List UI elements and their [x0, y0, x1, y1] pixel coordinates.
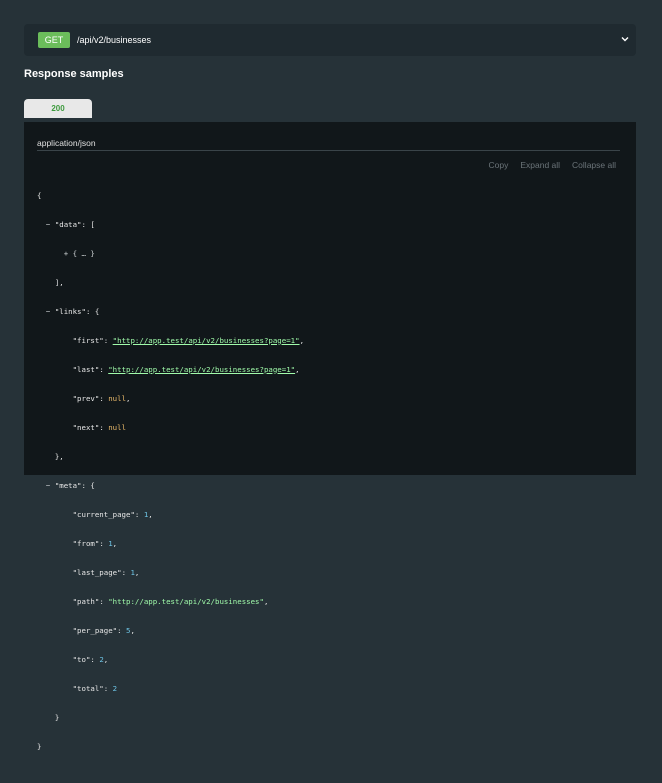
json-line: "last": "http://app.test/api/v2/business… [72, 364, 300, 374]
collapse-toggle[interactable]: − [46, 481, 50, 490]
json-value: 2 [112, 683, 118, 693]
json-line: "from": 1, [72, 538, 118, 548]
json-line: − "meta": { [45, 480, 95, 490]
json-line: − "links": { [45, 306, 100, 316]
chevron-down-icon[interactable] [620, 34, 630, 44]
json-line: "first": "http://app.test/api/v2/busines… [72, 335, 305, 345]
content-type-label: application/json [37, 138, 96, 148]
code-toolbar: Copy Expand all Collapse all [489, 160, 617, 170]
link-last[interactable]: "http://app.test/api/v2/businesses?page=… [108, 365, 295, 374]
json-sample: { − "data": [ + { … } ], − "links": { "f… [37, 174, 304, 783]
json-line: "current_page": 1, [72, 509, 153, 519]
json-line: "prev": null, [72, 393, 131, 403]
copy-button[interactable]: Copy [489, 160, 509, 170]
collapse-toggle[interactable]: − [46, 220, 50, 229]
json-line: "total": 2 [72, 683, 118, 693]
section-title: Response samples [24, 68, 124, 80]
json-line: "next": null [72, 422, 127, 432]
divider [37, 150, 620, 151]
json-value: null [108, 422, 127, 432]
json-value: null [108, 393, 127, 403]
http-method-badge: GET [38, 32, 70, 48]
collapse-toggle[interactable]: − [46, 307, 50, 316]
collapse-all-button[interactable]: Collapse all [572, 160, 616, 170]
json-line: "to": 2, [72, 654, 109, 664]
expand-all-button[interactable]: Expand all [520, 160, 560, 170]
endpoint-header[interactable]: GET /api/v2/businesses [24, 24, 636, 56]
json-line: } [54, 712, 60, 722]
json-line: + { … } [37, 247, 304, 262]
json-line: ], [54, 277, 64, 287]
json-line: − "data": [ [45, 219, 95, 229]
tab-200[interactable]: 200 [24, 99, 92, 118]
endpoint-path: /api/v2/businesses [77, 35, 152, 45]
link-first[interactable]: "http://app.test/api/v2/businesses?page=… [113, 336, 300, 345]
json-line: "last_page": 1, [72, 567, 140, 577]
response-sample-panel: application/json Copy Expand all Collaps… [24, 122, 636, 751]
expand-toggle[interactable]: + { … } [64, 249, 95, 258]
json-value: "http://app.test/api/v2/businesses" [108, 596, 264, 606]
json-line: }, [54, 451, 64, 461]
json-line: "path": "http://app.test/api/v2/business… [72, 596, 269, 606]
json-line: "per_page": 5, [72, 625, 135, 635]
json-line: { [37, 190, 42, 200]
json-line: } [37, 741, 42, 751]
